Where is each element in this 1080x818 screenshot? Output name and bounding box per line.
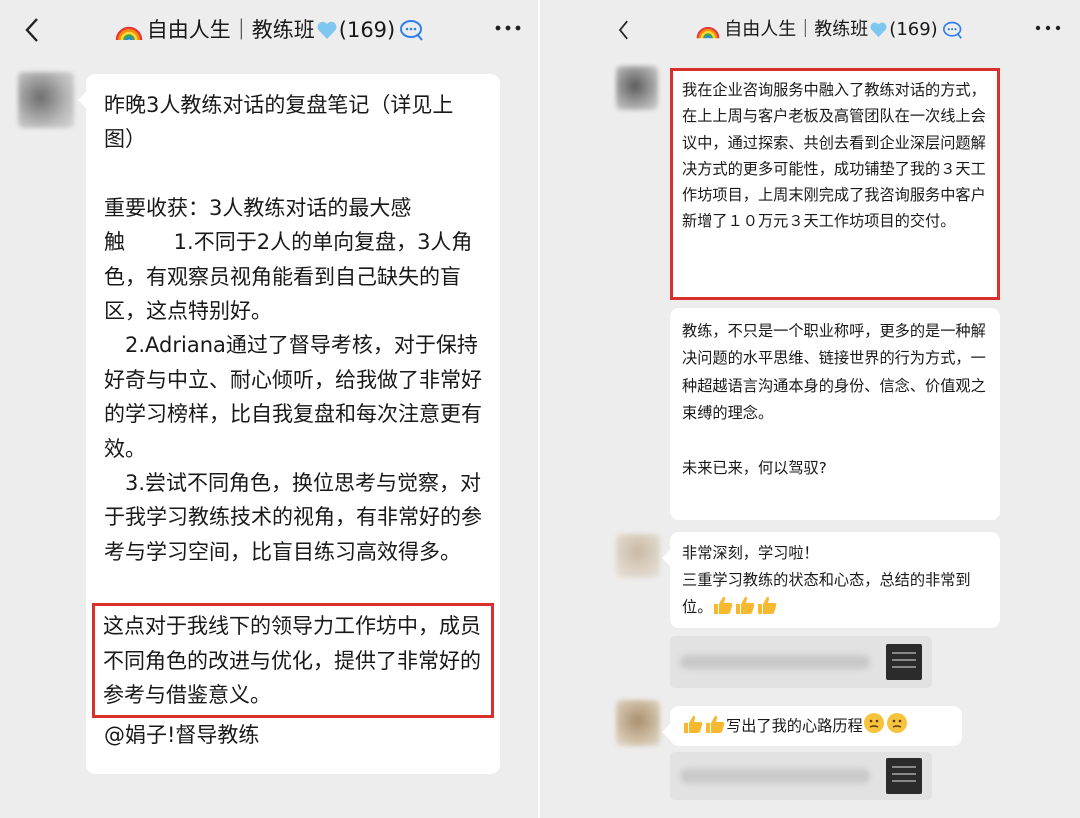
more-icon[interactable] xyxy=(1030,18,1066,38)
message-bubble[interactable]: 写出了我的心路历程 xyxy=(662,706,962,746)
member-count: (169) xyxy=(889,19,938,40)
chat-header: 自由人生｜教练班 (169) xyxy=(540,0,1080,62)
quoted-image-thumbnail[interactable] xyxy=(886,644,922,680)
message-text: 写出了我的心路历程 xyxy=(726,717,863,735)
thumbs-up-icon xyxy=(714,596,777,614)
message-bubble[interactable]: 我在企业咨询服务中融入了教练对话的方式，在上上周与客户老板及高管团队在一次线上会… xyxy=(670,68,1000,300)
back-arrow-icon[interactable] xyxy=(22,15,42,45)
more-icon[interactable] xyxy=(490,18,526,38)
quoted-text xyxy=(680,769,870,783)
quoted-text xyxy=(680,655,870,669)
message-text: 未来已来，何以驾驭? xyxy=(682,458,827,477)
chat-header: 自由人生｜教练班 (169) xyxy=(0,0,540,62)
message-text: 我在企业咨询服务中融入了教练对话的方式，在上上周与客户老板及高管团队在一次线上会… xyxy=(682,81,986,231)
takeaway-item-3: 3.尝试不同角色，换位思考与觉察，对于我学习教练技术的视角，有非常好的参考与学习… xyxy=(104,471,482,564)
chat-title-text: 自由人生｜教练班 xyxy=(146,18,315,42)
chat-bubble-icon[interactable] xyxy=(399,18,425,42)
highlight-box: 我在企业咨询服务中融入了教练对话的方式，在上上周与客户老板及高管团队在一次线上会… xyxy=(670,68,1000,300)
heart-icon xyxy=(870,22,887,38)
thumbs-up-icon xyxy=(684,715,725,733)
message-bubble[interactable]: 昨晚3人教练对话的复盘笔记（详见上图） 重要收获：3人教练对话的最大感 触 1.… xyxy=(78,74,500,774)
chat-bubble-icon[interactable] xyxy=(942,20,964,40)
message-heading: 昨晚3人教练对话的复盘笔记（详见上图） xyxy=(104,93,454,152)
chat-title-text: 自由人生｜教练班 xyxy=(724,19,869,40)
quoted-message[interactable] xyxy=(670,752,932,800)
chat-title: 自由人生｜教练班 (169) xyxy=(60,14,480,46)
avatar[interactable] xyxy=(616,66,658,110)
takeaway-item-1: 触 1.不同于2人的单向复盘，3人角色，有观察员视角能看到自己缺失的盲区，这点特… xyxy=(104,230,473,324)
thinking-face-icon xyxy=(863,713,907,733)
quoted-image-thumbnail[interactable] xyxy=(886,758,922,794)
rainbow-icon xyxy=(696,26,720,39)
left-chat-panel: 自由人生｜教练班 (169) 昨晚3人教练对话的复盘笔记（详见上图） 重要收获：3… xyxy=(0,0,540,818)
chat-title: 自由人生｜教练班 (169) xyxy=(640,14,1020,46)
message-text: 非常深刻，学习啦！ xyxy=(682,544,819,562)
message-bubble[interactable]: 非常深刻，学习啦！ 三重学习教练的状态和心态，总结的非常到位。 xyxy=(662,532,1000,628)
member-count: (169) xyxy=(338,18,396,42)
takeaway-item-2: 2.Adriana通过了督导考核，对于保持好奇与中立、耐心倾听，给我做了非常好的… xyxy=(104,333,482,461)
highlight-box: 这点对于我线下的领导力工作坊中，成员不同角色的改进与优化，提供了非常好的参考与借… xyxy=(92,603,494,718)
mention[interactable]: @娟子!督导教练 xyxy=(104,718,482,752)
message-text: 教练，不只是一个职业称呼，更多的是一种解决问题的水平思维、链接世界的行为方式，一… xyxy=(682,322,986,423)
heart-icon xyxy=(317,21,337,39)
avatar[interactable] xyxy=(18,72,74,128)
message-bubble[interactable]: 教练，不只是一个职业称呼，更多的是一种解决问题的水平思维、链接世界的行为方式，一… xyxy=(670,308,1000,520)
quoted-message[interactable] xyxy=(670,636,932,688)
back-arrow-icon[interactable] xyxy=(616,16,632,44)
takeaway-title: 重要收获：3人教练对话的最大感 xyxy=(104,195,412,220)
avatar[interactable] xyxy=(616,700,660,746)
rainbow-icon xyxy=(115,26,143,41)
avatar[interactable] xyxy=(616,534,660,578)
highlight-text: 这点对于我线下的领导力工作坊中，成员不同角色的改进与优化，提供了非常好的参考与借… xyxy=(103,614,481,708)
